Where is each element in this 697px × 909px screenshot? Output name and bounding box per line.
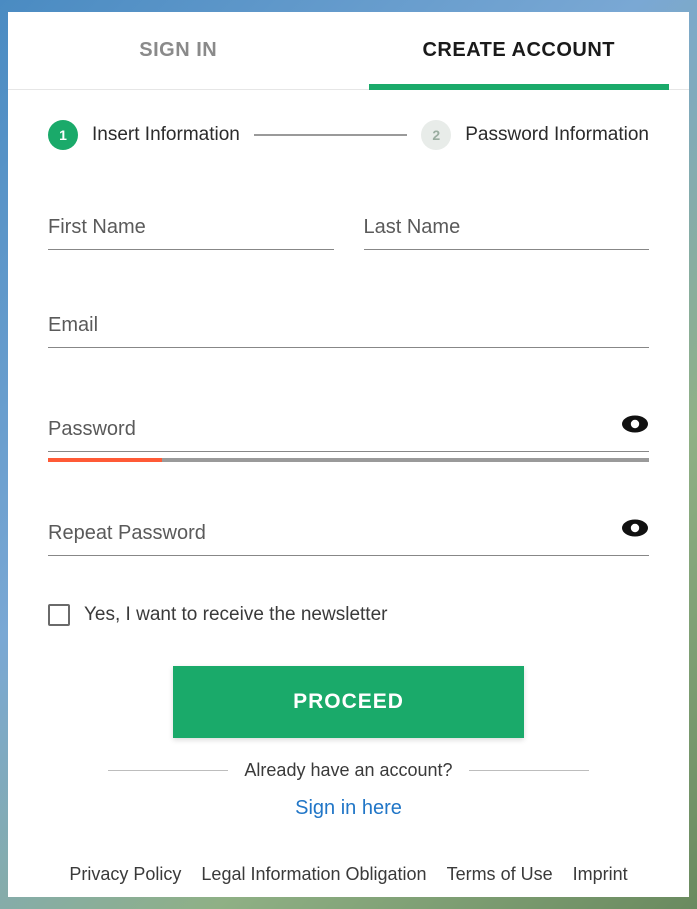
first-name-field-wrapper — [48, 210, 334, 250]
newsletter-checkbox[interactable] — [48, 604, 70, 626]
password-field[interactable] — [48, 412, 649, 452]
last-name-field[interactable] — [364, 210, 650, 250]
step-connector — [254, 134, 407, 136]
progress-steps: 1 Insert Information 2 Password Informat… — [48, 120, 649, 150]
privacy-policy-link[interactable]: Privacy Policy — [69, 864, 181, 885]
password-strength-fill — [48, 458, 162, 462]
step-number-2: 2 — [421, 120, 451, 150]
newsletter-label: Yes, I want to receive the newsletter — [84, 604, 387, 626]
eye-icon[interactable] — [621, 414, 649, 439]
step-number-1: 1 — [48, 120, 78, 150]
proceed-button[interactable]: PROCEED — [173, 666, 524, 738]
footer-links: Privacy Policy Legal Information Obligat… — [48, 864, 649, 897]
newsletter-row: Yes, I want to receive the newsletter — [48, 604, 649, 626]
first-name-field[interactable] — [48, 210, 334, 250]
email-field[interactable] — [48, 308, 649, 348]
imprint-link[interactable]: Imprint — [573, 864, 628, 885]
eye-icon[interactable] — [621, 518, 649, 543]
auth-tabs: SIGN IN CREATE ACCOUNT — [8, 12, 689, 90]
step-label-2: Password Information — [465, 124, 649, 146]
already-have-account-text: Already have an account? — [244, 760, 452, 781]
tab-sign-in[interactable]: SIGN IN — [8, 12, 349, 89]
password-strength-bar — [48, 458, 649, 462]
sign-in-here-link[interactable]: Sign in here — [48, 797, 649, 820]
step-password-information: 2 Password Information — [421, 120, 649, 150]
auth-card: SIGN IN CREATE ACCOUNT 1 Insert Informat… — [8, 12, 689, 897]
repeat-password-field-wrapper — [48, 516, 649, 562]
step-insert-information: 1 Insert Information — [48, 120, 240, 150]
form-content: 1 Insert Information 2 Password Informat… — [8, 90, 689, 897]
tab-create-account[interactable]: CREATE ACCOUNT — [349, 12, 690, 89]
divider-line — [108, 770, 228, 771]
step-label-1: Insert Information — [92, 124, 240, 146]
last-name-field-wrapper — [364, 210, 650, 250]
password-field-wrapper — [48, 412, 649, 458]
divider-line — [469, 770, 589, 771]
repeat-password-field[interactable] — [48, 516, 649, 556]
terms-of-use-link[interactable]: Terms of Use — [447, 864, 553, 885]
divider: Already have an account? — [108, 760, 589, 781]
email-field-wrapper — [48, 308, 649, 354]
legal-information-link[interactable]: Legal Information Obligation — [201, 864, 426, 885]
